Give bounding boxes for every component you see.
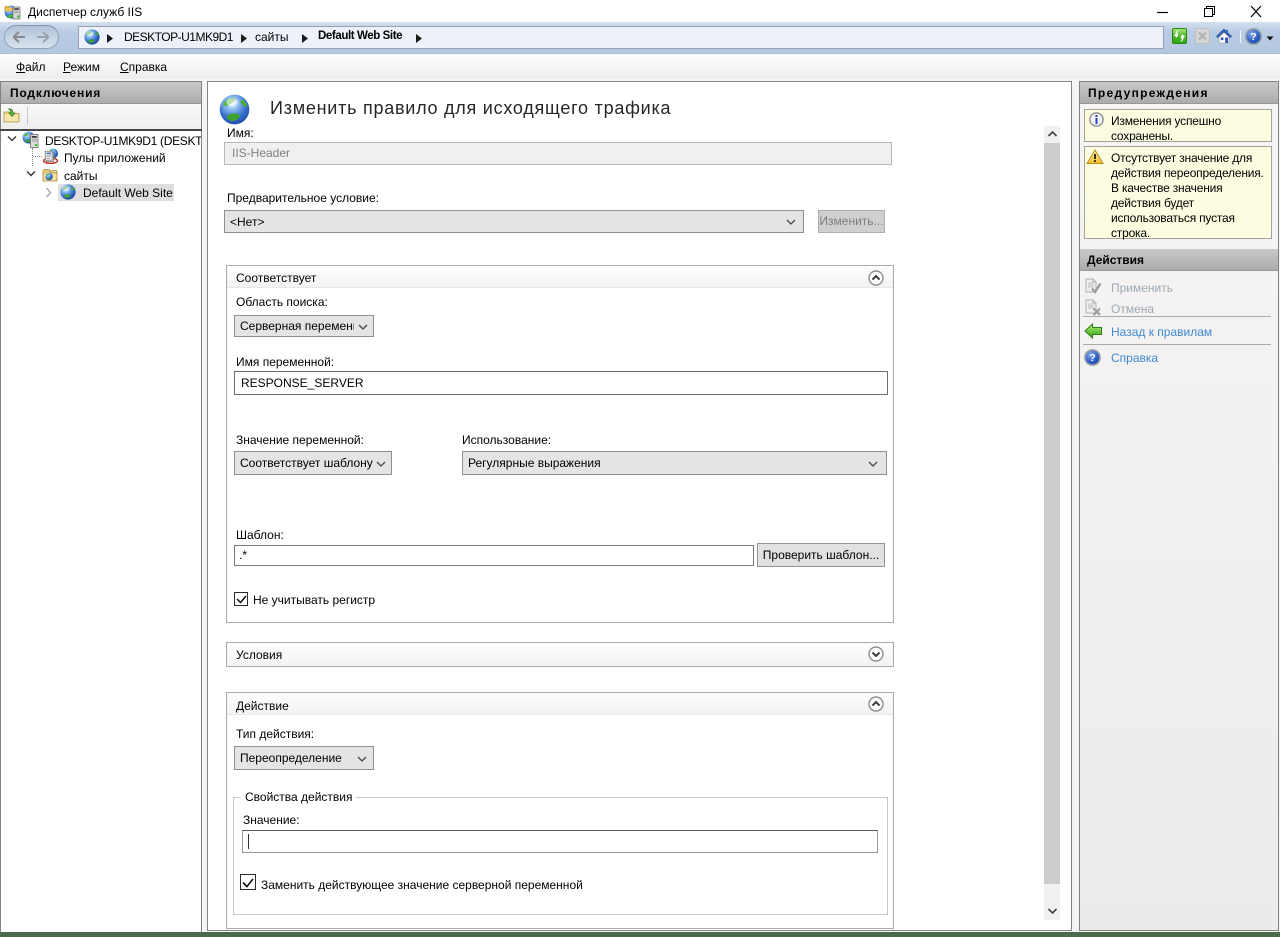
svg-text:?: ? [1089, 352, 1095, 364]
svg-text:?: ? [1250, 31, 1256, 43]
